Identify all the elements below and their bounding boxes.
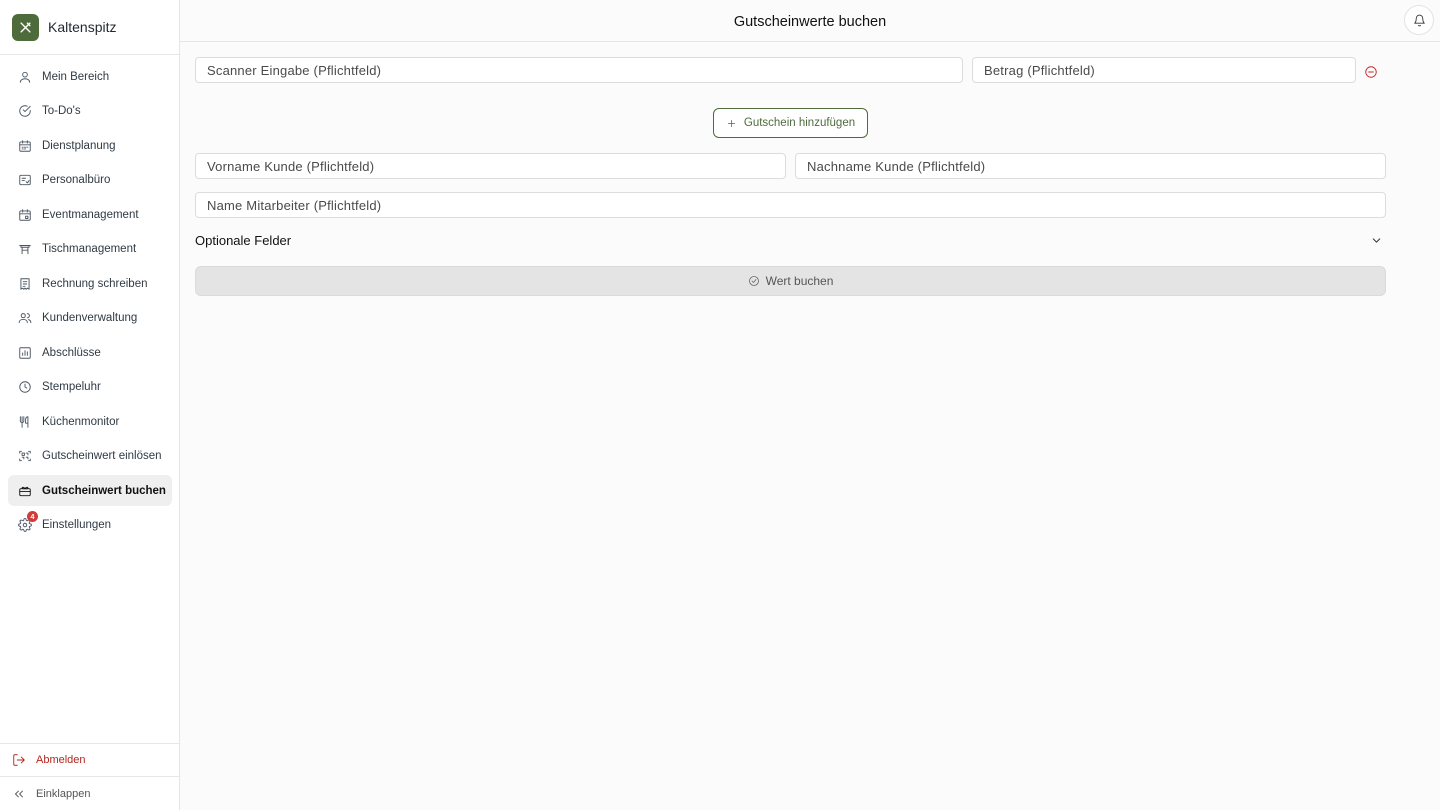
sidebar-item-label: Gutscheinwert buchen [42, 484, 166, 497]
check-circle-icon [748, 276, 759, 286]
sidebar-item-label: Kundenverwaltung [42, 312, 138, 324]
sidebar-item-label: Einstellungen [42, 519, 112, 531]
sidebar-item-dienstplanung[interactable]: Dienstplanung [8, 130, 172, 161]
calendar-event-icon [18, 208, 32, 222]
sidebar-item-gutscheinwert-buchen[interactable]: Gutscheinwert buchen [8, 475, 172, 506]
last-name-input[interactable] [795, 153, 1386, 179]
remove-voucher-button[interactable] [1364, 65, 1378, 79]
scanner-input[interactable] [195, 57, 963, 83]
sidebar-item-kuechenmonitor[interactable]: Küchenmonitor [8, 406, 172, 437]
sidebar-item-abschluesse[interactable]: Abschlüsse [8, 337, 172, 368]
sidebar-item-gutscheinwert-einloesen[interactable]: Gutscheinwert einlösen [8, 441, 172, 472]
scan-icon [18, 449, 32, 463]
optional-fields-toggle[interactable]: Optionale Felder [195, 229, 1386, 251]
sidebar-item-label: Personalbüro [42, 174, 111, 186]
sidebar-item-einstellungen[interactable]: 4 Einstellungen [8, 510, 172, 541]
chevrons-left-icon [15, 790, 23, 797]
chevron-down-icon [1372, 237, 1381, 243]
sidebar-item-label: Dienstplanung [42, 139, 116, 152]
sidebar-item-label: Mein Bereich [42, 70, 110, 83]
sidebar-item-label: To-Do's [42, 105, 81, 117]
sidebar-item-label: Stempeluhr [42, 381, 101, 393]
page-header: Gutscheinwerte buchen [180, 0, 1440, 42]
calendar-icon [18, 139, 32, 153]
table-icon [18, 242, 32, 256]
brand-name: Kaltenspitz [48, 19, 117, 35]
submit-label: Wert buchen [765, 274, 834, 288]
clock-icon [18, 380, 32, 394]
sidebar-item-stempeluhr[interactable]: Stempeluhr [8, 372, 172, 403]
sidebar-item-label: Küchenmonitor [42, 415, 120, 428]
plus-icon [727, 119, 735, 127]
sidebar-item-rechnung-schreiben[interactable]: Rechnung schreiben [8, 268, 172, 299]
bell-icon [1413, 14, 1425, 26]
notification-badge: 4 [27, 510, 38, 522]
sidebar-item-label: Eventmanagement [42, 208, 139, 221]
notifications-button[interactable] [1404, 5, 1434, 35]
sidebar-item-mein-bereich[interactable]: Mein Bereich [8, 61, 172, 92]
gift-card-icon [18, 484, 32, 498]
sidebar-item-eventmanagement[interactable]: Eventmanagement [8, 199, 172, 230]
minus-circle-icon [1365, 66, 1377, 78]
sidebar-item-label: Rechnung schreiben [42, 277, 148, 290]
page-title: Gutscheinwerte buchen [733, 14, 887, 30]
sidebar-item-label: Tischmanagement [42, 243, 137, 255]
submit-button[interactable]: Wert buchen [195, 266, 1386, 296]
sidebar: Kaltenspitz Mein Bereich To-Do's Dienstp… [0, 0, 180, 810]
add-voucher-button[interactable]: Gutschein hinzufügen [713, 108, 868, 138]
receipt-icon [18, 277, 32, 291]
user-icon [18, 70, 32, 84]
sidebar-item-label: Gutscheinwert einlösen [42, 450, 162, 462]
first-name-input[interactable] [195, 153, 786, 179]
sidebar-item-label: Abschlüsse [42, 346, 101, 359]
sidebar-item-personalbuero[interactable]: Personalbüro [8, 165, 172, 196]
brand: Kaltenspitz [0, 0, 179, 55]
amount-input[interactable] [972, 57, 1356, 83]
id-card-icon [18, 173, 32, 187]
utensils-icon [18, 415, 32, 429]
logout-label: Abmelden [36, 754, 86, 766]
sidebar-nav: Mein Bereich To-Do's Dienstplanung Perso… [8, 61, 172, 544]
logout-icon [13, 754, 25, 766]
users-icon [18, 311, 32, 325]
check-circle-icon [18, 104, 32, 118]
collapse-button[interactable]: Einklappen [0, 776, 180, 810]
add-voucher-label: Gutschein hinzufügen [743, 117, 856, 129]
sidebar-item-todos[interactable]: To-Do's [8, 96, 172, 127]
optional-fields-label: Optionale Felder [195, 232, 292, 248]
logout-button[interactable]: Abmelden [0, 743, 180, 776]
sidebar-item-kundenverwaltung[interactable]: Kundenverwaltung [8, 303, 172, 334]
bar-chart-icon [18, 346, 32, 360]
utensils-crossed-icon [12, 13, 39, 41]
sidebar-item-tischmanagement[interactable]: Tischmanagement [8, 234, 172, 265]
employee-name-input[interactable] [195, 192, 1386, 218]
collapse-label: Einklappen [36, 787, 91, 800]
